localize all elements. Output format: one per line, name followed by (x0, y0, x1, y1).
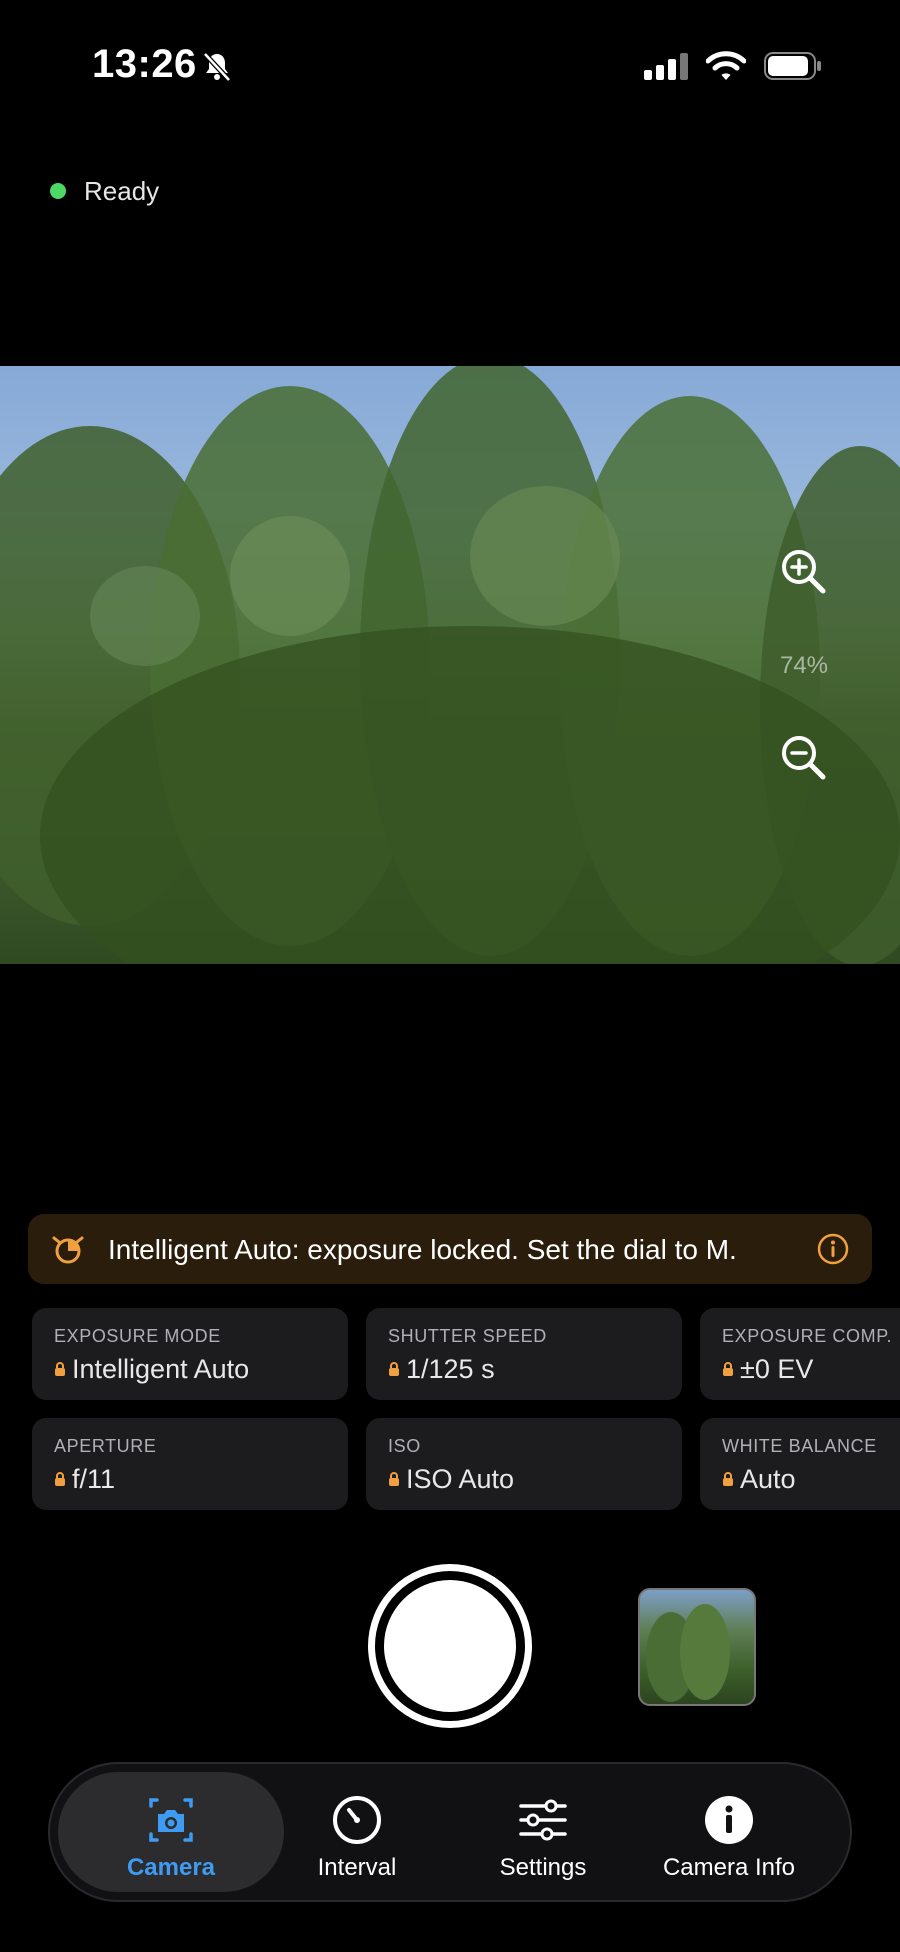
zoom-out-icon[interactable] (776, 730, 832, 786)
lock-icon (389, 1471, 399, 1486)
card-value: f/11 (72, 1464, 116, 1494)
zoom-level-label: 74% (779, 652, 829, 679)
iso-card[interactable]: ISO ISO Auto (366, 1418, 682, 1510)
shutter-button[interactable] (368, 1564, 532, 1728)
timer-warning-icon (52, 1236, 84, 1264)
timer-icon (333, 1796, 381, 1844)
white-balance-card[interactable]: WHITE BALANCE Auto (700, 1418, 900, 1510)
ready-status-dot (50, 183, 66, 199)
exposure-comp-card[interactable]: EXPOSURE COMP. ±0 EV (700, 1308, 900, 1400)
info-circle-icon[interactable] (816, 1232, 850, 1266)
tab-label: Camera Info (662, 1854, 796, 1881)
shutter-button-inner (384, 1580, 516, 1712)
card-value: ISO Auto (406, 1464, 515, 1494)
card-label: SHUTTER SPEED (388, 1326, 547, 1346)
sliders-icon (519, 1799, 567, 1841)
tab-bar: Camera Interval Settings Camera Info (48, 1762, 852, 1902)
card-label: EXPOSURE COMP. (722, 1326, 893, 1346)
card-label: WHITE BALANCE (722, 1436, 877, 1456)
lock-icon (723, 1361, 733, 1376)
card-value: 1/125 s (406, 1354, 495, 1384)
lock-icon (55, 1361, 65, 1376)
cellular-signal-icon (644, 52, 688, 80)
shutter-speed-card[interactable]: SHUTTER SPEED 1/125 s (366, 1308, 682, 1400)
exposure-mode-card[interactable]: EXPOSURE MODE Intelligent Auto (32, 1308, 348, 1400)
battery-icon (764, 52, 821, 80)
last-photo-thumbnail[interactable] (638, 1588, 756, 1706)
tab-camera-info[interactable]: Camera Info (616, 1772, 842, 1892)
zoom-in-icon[interactable] (776, 544, 832, 600)
card-value: Intelligent Auto (72, 1354, 250, 1384)
camera-icon (149, 1798, 193, 1842)
info-icon (705, 1796, 753, 1844)
card-value: Auto (740, 1464, 796, 1494)
ready-status-label: Ready (84, 176, 160, 206)
card-label: EXPOSURE MODE (54, 1326, 221, 1346)
lock-icon (389, 1361, 399, 1376)
card-value: ±0 EV (740, 1354, 814, 1384)
camera-viewfinder[interactable]: 74% (0, 366, 900, 964)
card-label: ISO (388, 1436, 421, 1456)
lock-icon (55, 1471, 65, 1486)
card-label: APERTURE (54, 1436, 157, 1456)
exposure-warning-text: Intelligent Auto: exposure locked. Set t… (108, 1234, 737, 1265)
status-time: 13:26 (92, 42, 197, 86)
bell-muted-icon (203, 52, 231, 82)
lock-icon (723, 1471, 733, 1486)
aperture-card[interactable]: APERTURE f/11 (32, 1418, 348, 1510)
exposure-warning-banner: Intelligent Auto: exposure locked. Set t… (28, 1214, 872, 1284)
wifi-icon (706, 51, 746, 80)
